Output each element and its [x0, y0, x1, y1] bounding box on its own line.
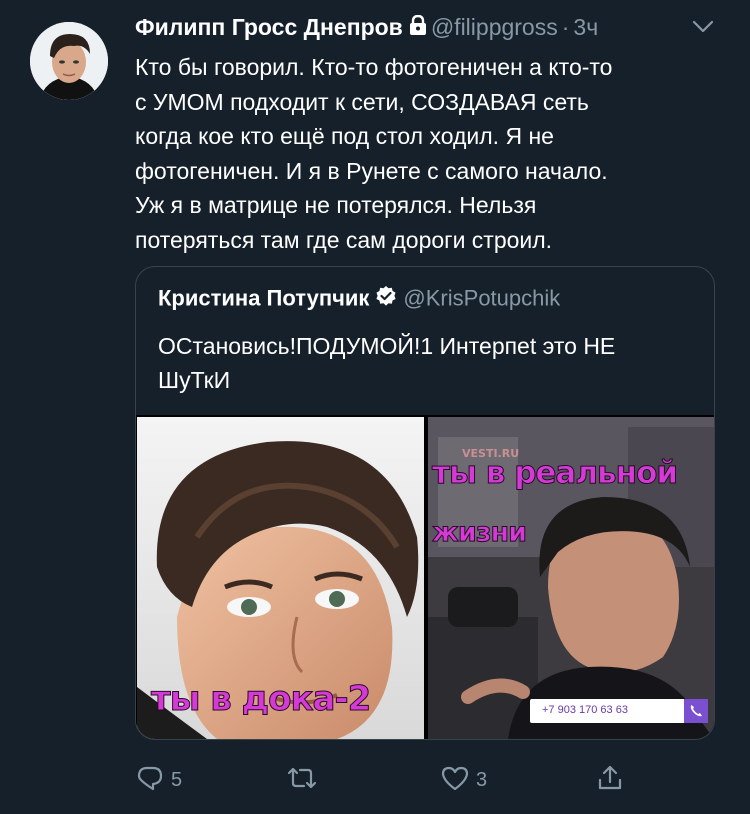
media-image-photo[interactable]: VESTI.RU ты в реальной жизни +7 903 170 … — [428, 417, 714, 739]
quoted-tweet[interactable]: Кристина Потупчик @KrisPotupchik ОСтанови… — [135, 266, 715, 740]
quoted-author-display-name: Кристина Потупчик — [158, 285, 370, 311]
like-icon — [440, 763, 470, 798]
tweet-text: Кто бы говорил. Кто-то фотогеничен а кто… — [135, 54, 613, 253]
lock-icon — [409, 14, 427, 40]
share-button[interactable] — [595, 760, 625, 800]
quoted-media[interactable]: ты в дока-2 VESTI.RU ты в реальной жизни… — [136, 415, 714, 739]
tweet-timestamp[interactable]: 3ч — [573, 14, 598, 40]
reply-count: 5 — [171, 768, 183, 791]
tweet-actions: 5 3 — [135, 760, 635, 800]
like-button[interactable]: 3 — [440, 760, 487, 800]
reply-button[interactable]: 5 — [135, 760, 182, 800]
media-caption-left: ты в дока-2 — [150, 679, 371, 720]
quoted-tweet-header: Кристина Потупчик @KrisPotupchik — [158, 285, 560, 312]
tweet-header: Филипп Гросс Днепров @filippgross · 3ч — [135, 14, 730, 46]
media-caption-right-line1: ты в реальной — [431, 455, 678, 492]
phone-icon — [684, 699, 708, 723]
reply-icon — [135, 763, 165, 798]
author-display-name[interactable]: Филипп Гросс Днепров — [135, 14, 403, 40]
media-image-cartoon[interactable]: ты в дока-2 — [137, 417, 424, 739]
chevron-down-icon[interactable] — [692, 20, 732, 39]
like-count: 3 — [476, 768, 488, 791]
share-icon — [595, 763, 625, 798]
quoted-tweet-text: ОСтановись!ПОДУМОЙ!1 Интерпеt это НЕ ШуТ… — [158, 333, 616, 393]
author-handle[interactable]: @filippgross — [431, 14, 558, 40]
media-phone-number: +7 903 170 63 63 — [542, 704, 628, 716]
separator-dot: · — [561, 14, 570, 40]
retweet-button[interactable] — [285, 760, 325, 800]
verified-badge-icon — [375, 285, 397, 312]
media-caption-right-line2: жизни — [431, 517, 527, 549]
quoted-author-handle: @KrisPotupchik — [403, 285, 561, 311]
media-phone-banner: +7 903 170 63 63 — [530, 699, 708, 723]
author-avatar[interactable] — [30, 22, 108, 100]
tweet: Филипп Гросс Днепров @filippgross · 3ч Кто … — [0, 0, 750, 814]
retweet-icon — [285, 763, 319, 798]
